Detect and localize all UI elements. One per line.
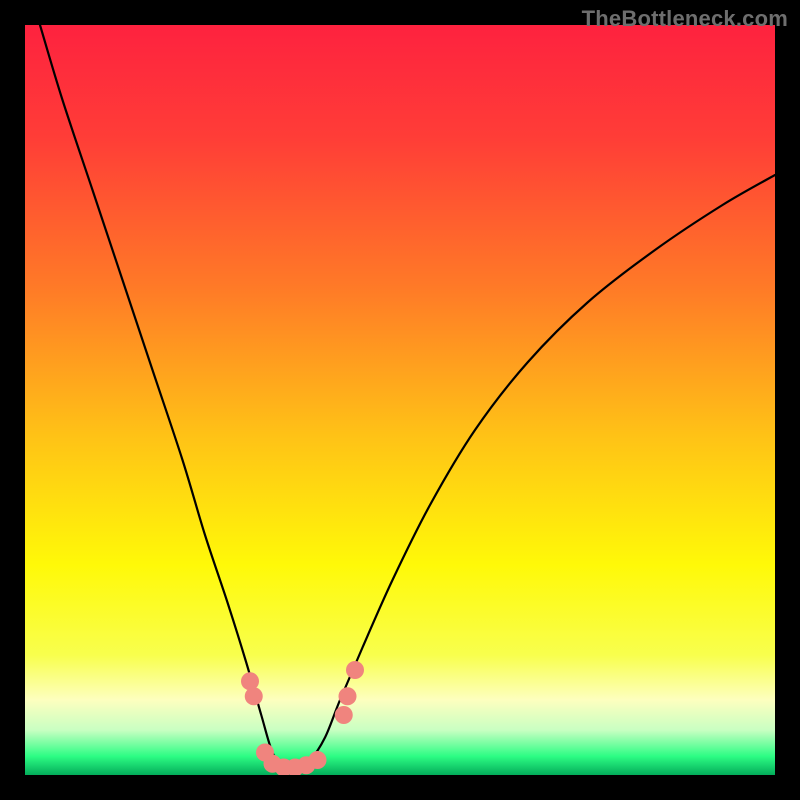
watermark-label: TheBottleneck.com: [582, 6, 788, 32]
data-marker: [346, 661, 364, 679]
data-marker: [241, 672, 259, 690]
data-marker: [335, 706, 353, 724]
data-marker: [309, 751, 327, 769]
data-marker: [339, 687, 357, 705]
gradient-background: [25, 25, 775, 775]
bottleneck-chart: [25, 25, 775, 775]
chart-frame: [25, 25, 775, 775]
data-marker: [245, 687, 263, 705]
